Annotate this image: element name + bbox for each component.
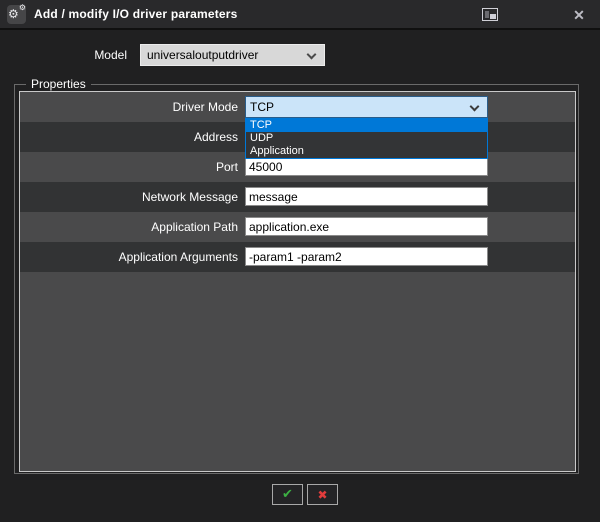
window-title: Add / modify I/O driver parameters [34,7,238,21]
float-window-icon[interactable] [482,8,498,21]
property-row-driver-mode: Driver Mode TCP TCP UDP Application [20,92,575,122]
dropdown-option-udp[interactable]: UDP [246,132,487,145]
driver-mode-value: TCP [250,100,274,114]
check-icon: ✔ [282,487,293,502]
driver-parameters-dialog: ⚙ ⚙ Add / modify I/O driver parameters ✕… [0,0,600,522]
property-row-application-path: Application Path [20,212,575,242]
driver-mode-select[interactable]: TCP [245,96,488,118]
model-select[interactable]: universaloutputdriver [140,44,325,66]
dropdown-option-tcp[interactable]: TCP [246,119,487,132]
property-row-application-arguments: Application Arguments [20,242,575,272]
model-label: Model [0,44,127,66]
property-row-network-message: Network Message [20,182,575,212]
gears-icon: ⚙ ⚙ [7,5,26,24]
ok-button[interactable]: ✔ [272,484,303,505]
application-arguments-input[interactable] [245,247,488,266]
properties-grid: Driver Mode TCP TCP UDP Application Addr… [19,91,576,472]
chevron-down-icon [470,102,480,112]
application-path-input[interactable] [245,217,488,236]
driver-mode-label: Driver Mode [20,92,238,122]
properties-group-label: Properties [26,77,91,91]
properties-groupbox: Properties Driver Mode TCP TCP UDP Appli… [14,84,579,474]
cross-icon: ✖ [317,488,327,502]
application-path-label: Application Path [20,212,238,242]
application-arguments-label: Application Arguments [20,242,238,272]
chevron-down-icon [307,50,317,60]
address-label: Address [20,122,238,152]
port-label: Port [20,152,238,182]
network-message-label: Network Message [20,182,238,212]
model-select-value: universaloutputdriver [147,48,258,62]
cancel-button[interactable]: ✖ [307,484,338,505]
network-message-input[interactable] [245,187,488,206]
port-input[interactable] [245,157,488,176]
title-bar: ⚙ ⚙ Add / modify I/O driver parameters ✕ [0,0,600,30]
driver-mode-dropdown: TCP UDP Application [245,118,488,159]
dropdown-option-application[interactable]: Application [246,145,487,158]
close-icon[interactable]: ✕ [569,6,589,24]
